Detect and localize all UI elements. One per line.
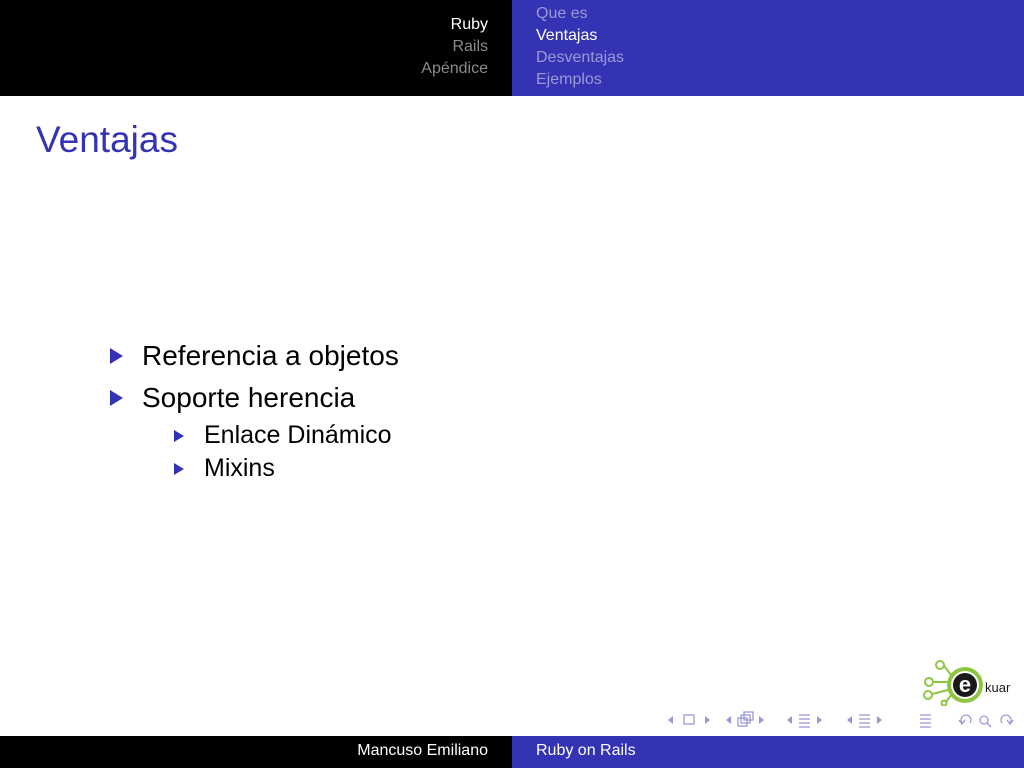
list-item-text: Mixins	[204, 454, 275, 482]
nav-frame-icon[interactable]	[683, 714, 695, 725]
section-navigation: Ruby Rails Apéndice	[0, 0, 512, 96]
list-item-text: Referencia a objetos	[142, 340, 399, 371]
triangle-bullet-icon	[174, 463, 184, 475]
nav-prev-icon[interactable]	[668, 716, 673, 724]
nav-subsection-icon[interactable]	[726, 711, 764, 727]
nav-next-icon[interactable]	[705, 716, 710, 724]
footline-bar: Mancuso Emiliano Ruby on Rails	[0, 736, 1024, 768]
nav-document-icon[interactable]	[847, 714, 882, 728]
logo-letter: e	[959, 672, 971, 697]
footer-author-panel: Mancuso Emiliano	[0, 736, 512, 768]
nav-section-icon[interactable]	[787, 714, 822, 728]
section-link-apendice[interactable]: Apéndice	[421, 58, 488, 80]
list-subitem: Enlace Dinámico	[108, 419, 399, 452]
nav-forward-icon[interactable]	[1000, 714, 1014, 726]
subsection-navigation: Que es Ventajas Desventajas Ejemplos	[512, 0, 1024, 96]
headline-bar: Ruby Rails Apéndice Que es Ventajas Desv…	[0, 0, 1024, 96]
subsection-link-que-es[interactable]: Que es	[536, 3, 624, 25]
frame-title: Ventajas	[36, 119, 178, 160]
footer-title-panel: Ruby on Rails	[512, 736, 1024, 768]
list-item-text: Enlace Dinámico	[204, 421, 392, 449]
logo-text: kuar	[985, 680, 1011, 695]
subsection-list: Que es Ventajas Desventajas Ejemplos	[536, 3, 624, 91]
ekuar-logo: e kuar	[923, 660, 1011, 706]
triangle-bullet-icon	[174, 430, 184, 442]
nav-align-icon[interactable]	[920, 714, 931, 728]
triangle-bullet-icon	[110, 390, 123, 406]
beamer-navigation-symbols	[668, 711, 1014, 728]
triangle-bullet-icon	[110, 348, 123, 364]
subsection-link-ejemplos[interactable]: Ejemplos	[536, 69, 624, 91]
nav-search-icon[interactable]	[979, 715, 992, 728]
section-link-ruby[interactable]: Ruby	[421, 14, 488, 36]
section-link-rails[interactable]: Rails	[421, 36, 488, 58]
list-item: Referencia a objetos	[108, 335, 399, 377]
list-item: Soporte herencia	[108, 377, 399, 419]
bullet-list: Referencia a objetos Soporte herencia En…	[108, 335, 399, 485]
section-list: Ruby Rails Apéndice	[421, 14, 488, 80]
presentation-title: Ruby on Rails	[536, 742, 636, 759]
subsection-link-desventajas[interactable]: Desventajas	[536, 47, 624, 69]
nav-back-icon[interactable]	[958, 714, 972, 726]
author-name: Mancuso Emiliano	[357, 742, 488, 759]
subsection-link-ventajas[interactable]: Ventajas	[536, 25, 624, 47]
list-subitem: Mixins	[108, 452, 399, 485]
list-item-text: Soporte herencia	[142, 382, 356, 413]
